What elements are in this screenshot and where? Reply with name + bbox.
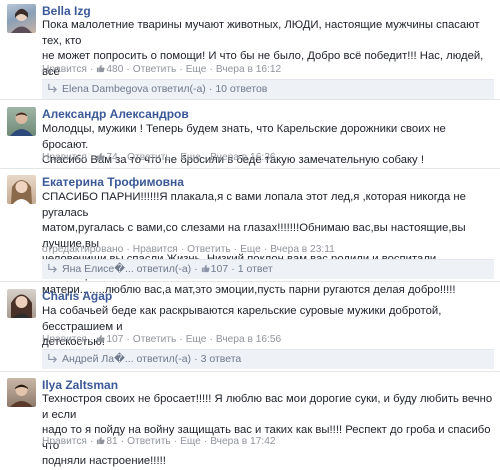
avatar[interactable] — [7, 175, 36, 204]
more-button[interactable]: Еще — [180, 152, 201, 163]
timestamp[interactable]: Вчера в 16:36 — [210, 152, 275, 163]
more-button[interactable]: Еще — [240, 244, 261, 255]
comment-actions: Нравится · 74 · Ответить · Еще · Вчера в 16:36 — [42, 152, 276, 163]
thumbs-up-icon — [97, 64, 105, 73]
comment-actions: Нравится · 81 · Ответить · Еще · Вчера в 17:42 — [42, 436, 276, 447]
timestamp[interactable]: Вчера в 16:56 — [216, 334, 281, 345]
like-button[interactable]: Нравится — [133, 244, 178, 255]
reply-arrow-icon — [48, 353, 58, 363]
divider — [0, 99, 500, 100]
reply-button[interactable]: Ответить — [127, 436, 171, 447]
thumbs-up-icon — [97, 334, 105, 343]
replies-count: 10 ответов — [215, 83, 268, 95]
reply-button[interactable]: Ответить — [187, 244, 231, 255]
timestamp[interactable]: Вчера в 17:42 — [210, 436, 275, 447]
divider — [0, 281, 500, 282]
avatar[interactable] — [7, 289, 36, 318]
replies-count: 1 ответ — [237, 263, 273, 275]
replies-user: Андрей Ла�... ответил(-а) — [62, 353, 192, 365]
like-button[interactable]: Нравится — [42, 64, 87, 75]
more-button[interactable]: Еще — [180, 436, 201, 447]
timestamp[interactable]: Вчера в 23:11 — [270, 244, 335, 255]
divider — [0, 371, 500, 372]
reply-arrow-icon — [48, 263, 58, 273]
edited-label: отредактировано — [42, 244, 124, 255]
avatar[interactable] — [7, 4, 36, 33]
thumbs-up-icon — [97, 152, 105, 161]
comment-author[interactable]: Bella Izg — [42, 4, 91, 18]
replies-bar[interactable]: Яна Елисе�... ответил(-а) · 107 · 1 ответ — [42, 259, 494, 279]
replies-bar[interactable]: Андрей Ла�... ответил(-а) · 3 ответа — [42, 349, 494, 369]
comment-actions: отредактировано · Нравится · Ответить · Еще · Вч… — [42, 244, 335, 255]
replies-count: 3 ответа — [200, 353, 242, 365]
avatar[interactable] — [7, 378, 36, 407]
comment-author[interactable]: Charis Agap — [42, 289, 112, 303]
replies-user: Elena Dambegova ответил(-а) — [62, 83, 206, 95]
comment-author[interactable]: Александр Александров — [42, 107, 189, 121]
divider — [0, 168, 500, 169]
replies-user: Яна Елисе�... ответил(-а) — [62, 263, 192, 275]
more-button[interactable]: Еще — [186, 334, 207, 345]
reply-button[interactable]: Ответить — [133, 334, 177, 345]
thumbs-up-icon — [97, 436, 105, 445]
like-count: 107 — [210, 263, 229, 275]
comment-actions: Нравится · 480 · Ответить · Еще · Вчера в 16:12 — [42, 64, 282, 75]
reply-button[interactable]: Ответить — [127, 152, 171, 163]
like-count: 480 — [106, 64, 124, 75]
like-count: 81 — [106, 436, 118, 447]
like-button[interactable]: Нравится — [42, 436, 87, 447]
timestamp[interactable]: Вчера в 16:12 — [216, 64, 281, 75]
replies-bar[interactable]: Elena Dambegova ответил(-а) · 10 ответов — [42, 79, 494, 99]
like-count: 74 — [106, 152, 118, 163]
comment-actions: Нравится · 107 · Ответить · Еще · Вчера в 16:56 — [42, 334, 282, 345]
more-button[interactable]: Еще — [186, 64, 207, 75]
comment-author[interactable]: Ilya Zaltsman — [42, 378, 118, 392]
like-count: 107 — [106, 334, 124, 345]
thumbs-up-icon — [201, 264, 210, 273]
comment-author[interactable]: Екатерина Трофимовна — [42, 175, 184, 189]
reply-arrow-icon — [48, 83, 58, 93]
comment-text: Техностроя своих не бросает!!!!! Я люблю… — [42, 393, 493, 467]
reply-button[interactable]: Ответить — [133, 64, 177, 75]
like-button[interactable]: Нравится — [42, 334, 87, 345]
like-button[interactable]: Нравится — [42, 152, 87, 163]
avatar[interactable] — [7, 107, 36, 136]
